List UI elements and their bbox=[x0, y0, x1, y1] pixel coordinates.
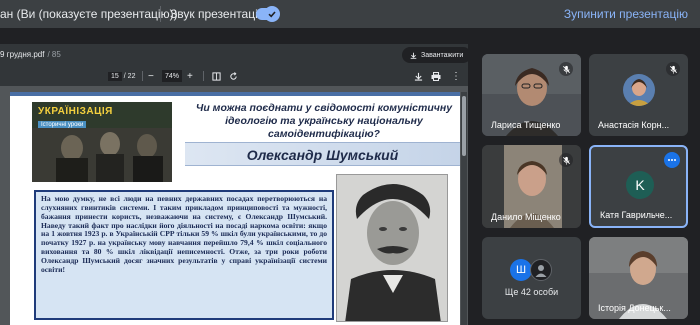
banner-brand: УКРАЇНІЗАЦІЯ bbox=[38, 106, 113, 117]
participant-name: Данило Міщенко bbox=[491, 212, 561, 222]
ukrainization-banner: УКРАЇНІЗАЦІЯ Історичні уроки bbox=[32, 102, 172, 182]
avatar: Ш bbox=[510, 259, 532, 281]
participant-name: Анастасія Корн... bbox=[598, 120, 670, 130]
slide-name: Олександр Шумський bbox=[246, 147, 399, 163]
mic-off-icon bbox=[559, 62, 573, 76]
participant-tile[interactable]: Данило Міщенко bbox=[482, 145, 581, 228]
page-current[interactable]: 15 bbox=[108, 71, 122, 81]
page-scrollbar[interactable] bbox=[461, 92, 467, 325]
avatar: K bbox=[626, 171, 654, 199]
page-indicator[interactable]: 15 / 22 bbox=[108, 70, 135, 82]
download-icon[interactable] bbox=[414, 70, 423, 82]
slide-top-rule bbox=[10, 92, 460, 96]
scrollbar-thumb[interactable] bbox=[462, 96, 466, 156]
participant-tile[interactable]: Історія Донецьк... bbox=[589, 237, 688, 319]
zoom-in-icon[interactable]: + bbox=[187, 70, 193, 82]
rotate-icon[interactable] bbox=[229, 70, 238, 82]
mic-off-icon bbox=[666, 62, 680, 76]
portrait-photo bbox=[336, 174, 448, 322]
divider bbox=[203, 71, 204, 81]
download-label: Завантажити bbox=[421, 51, 464, 59]
divider bbox=[160, 6, 161, 22]
slide-page: УКРАЇНІЗАЦІЯ Історичні уроки Чи можна по… bbox=[10, 92, 460, 325]
page-total: / 22 bbox=[123, 72, 136, 80]
file-name: 9 грудня.pdf/ 85 bbox=[0, 50, 61, 59]
print-icon[interactable] bbox=[431, 70, 441, 82]
presenting-bar: ан (Ви (показуєте презентацію)) Звук пре… bbox=[0, 0, 700, 28]
quote-box: На мою думку, не всі люди на певних держ… bbox=[34, 190, 334, 320]
participant-tile[interactable]: Лариса Тищенко bbox=[482, 54, 581, 136]
more-vert-icon[interactable]: ⋮ bbox=[451, 70, 461, 82]
avatar bbox=[623, 74, 655, 106]
zoom-out-icon[interactable]: − bbox=[148, 70, 154, 82]
participant-tile-active[interactable]: K Катя Гаврильче... bbox=[589, 145, 688, 228]
pdf-viewer: 9 грудня.pdf/ 85 Завантажити 15 / 22 − 7… bbox=[0, 44, 468, 325]
more-options-icon[interactable] bbox=[664, 152, 680, 168]
avatar bbox=[530, 259, 552, 281]
others-tile[interactable]: Ш Ще 42 особи bbox=[482, 237, 581, 319]
participant-name: Катя Гаврильче... bbox=[600, 210, 673, 220]
participant-name: Історія Донецьк... bbox=[598, 303, 671, 313]
check-icon bbox=[264, 6, 280, 22]
slide-question: Чи можна поєднати у свідомості комуністи… bbox=[195, 102, 453, 140]
stop-presenting-button[interactable]: Зупинити презентацію bbox=[564, 7, 688, 21]
download-chip[interactable]: Завантажити bbox=[402, 47, 468, 63]
zoom-level[interactable]: 74% bbox=[162, 70, 183, 82]
presentation-audio-label: Звук презентації bbox=[170, 7, 262, 21]
fit-page-icon[interactable] bbox=[212, 70, 221, 82]
quote-text: На мою думку, не всі люди на певних держ… bbox=[41, 194, 327, 274]
historical-photo bbox=[32, 128, 172, 182]
download-icon bbox=[410, 52, 417, 59]
name-band: Олександр Шумський bbox=[185, 142, 460, 166]
participant-tile[interactable]: Анастасія Корн... bbox=[589, 54, 688, 136]
divider bbox=[142, 71, 143, 81]
others-count-label: Ще 42 особи bbox=[504, 287, 559, 297]
presentation-audio-toggle[interactable] bbox=[256, 6, 280, 22]
mic-off-icon bbox=[559, 153, 573, 167]
presenter-label: ан (Ви (показуєте презентацію)) bbox=[0, 7, 178, 21]
viewer-header: 9 грудня.pdf/ 85 Завантажити bbox=[0, 44, 468, 66]
pdf-toolbar: 15 / 22 − 74% + ⋮ bbox=[0, 66, 468, 86]
participant-name: Лариса Тищенко bbox=[491, 120, 561, 130]
